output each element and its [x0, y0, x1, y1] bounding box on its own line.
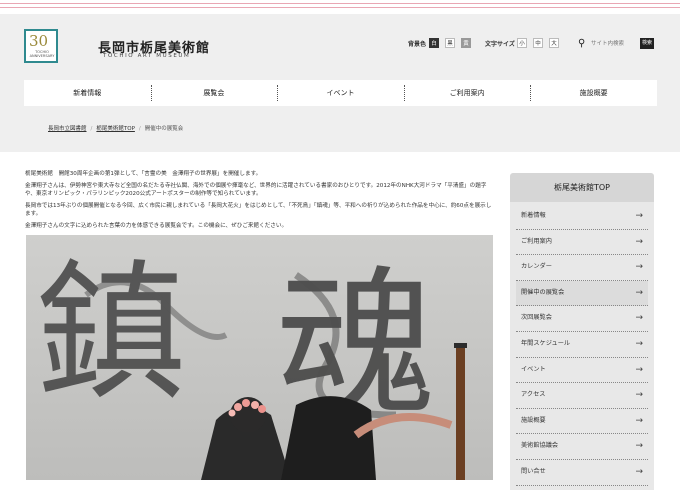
arrow-right-icon: →	[635, 390, 643, 401]
sidebar-title[interactable]: 栃尾美術館TOP	[510, 173, 654, 202]
nav-events[interactable]: イベント	[277, 80, 404, 106]
search-button[interactable]: 検索	[640, 38, 654, 49]
sidebar-menu: 栃尾美術館TOP 新着情報 → ご利用案内 → カレンダー → 開催中の展覧会 → 次回…	[510, 173, 654, 490]
nav-guide[interactable]: ご利用案内	[403, 80, 531, 106]
sidebar-item-label: イベント	[521, 365, 546, 373]
nav-facility[interactable]: 施設概要	[530, 80, 657, 106]
font-size-label: 文字サイズ	[485, 41, 515, 48]
sidebar-item-label: 開催中の展覧会	[521, 288, 565, 296]
sidebar-item-calendar[interactable]: カレンダー →	[516, 255, 648, 281]
sidebar-list: 新着情報 → ご利用案内 → カレンダー → 開催中の展覧会 → 次回展覧会 → 年間スケ…	[510, 202, 654, 490]
bg-color-label: 背景色	[408, 41, 427, 48]
artist-paragraph: 金澤翔子さんは、伊勢神宮や東大寺など全国の名だたる寺社仏閣、海外での個展や揮毫な…	[25, 182, 487, 198]
breadcrumb: 長岡市立図書館 / 栃尾美術館TOP / 開催中の展覧会	[48, 126, 184, 132]
sidebar-item-news[interactable]: 新着情報 →	[516, 204, 648, 230]
arrow-right-icon: →	[635, 466, 643, 477]
search-icon: ⚲	[578, 38, 586, 49]
font-medium-button[interactable]: 中	[533, 38, 543, 48]
nav-exhibitions[interactable]: 展覧会	[150, 80, 278, 106]
sidebar-item-events[interactable]: イベント →	[516, 358, 648, 384]
anniversary-logo[interactable]: 30 TOCHIO ANNIVERSARY	[24, 29, 58, 63]
sidebar-item-next-exhibition[interactable]: 次回展覧会 →	[516, 306, 648, 332]
exhibition-paragraph: 長岡市では13年ぶりの個展開催となる今回、広く市民に親しまれている「長岡大花火」…	[25, 202, 492, 218]
breadcrumb-current: 開催中の展覧会	[144, 126, 184, 132]
sidebar-item-council[interactable]: 美術館協議会 →	[516, 434, 648, 460]
intro-paragraph: 栃尾美術館 開館30周年企画の第1弾として、「言霊の美 金澤翔子の世界展」を開催…	[25, 171, 262, 177]
poster-art: 鎮 魂	[26, 235, 493, 480]
arrow-right-icon: →	[635, 338, 643, 349]
sidebar-item-label: 新着情報	[521, 212, 546, 219]
font-large-button[interactable]: 大	[549, 38, 559, 48]
sidebar-item-label: 施設概要	[521, 416, 546, 424]
font-small-button[interactable]: 小	[517, 38, 527, 48]
site-subtitle: TOCHIO ART MUSEUM	[103, 53, 191, 59]
site-search: ⚲ 検索	[578, 38, 656, 50]
arrow-right-icon: →	[635, 364, 643, 375]
sidebar-item-label: 美術館協議会	[521, 442, 559, 450]
invite-paragraph: 金澤翔子さんの文字に込められた言葉の力を体感できる展覧会です。この機会に、ぜひご…	[25, 222, 288, 229]
arrow-right-icon: →	[635, 262, 643, 273]
arrow-right-icon: →	[635, 441, 643, 452]
sidebar-item-label: アクセス	[521, 391, 546, 399]
sidebar-item-current-exhibition[interactable]: 開催中の展覧会 →	[516, 280, 648, 307]
search-input[interactable]	[591, 38, 635, 50]
sidebar-item-label: ご利用案内	[521, 237, 552, 245]
sidebar-item-access[interactable]: アクセス →	[516, 383, 648, 409]
calligraphy-char-1: 鎮	[36, 247, 186, 421]
arrow-right-icon: →	[635, 211, 643, 221]
sidebar-item-label: 問い合せ	[521, 467, 546, 475]
bg-white-button[interactable]: 白	[429, 38, 439, 48]
breadcrumb-museum-top[interactable]: 栃尾美術館TOP	[96, 126, 135, 132]
breadcrumb-library[interactable]: 長岡市立図書館	[48, 126, 87, 132]
sidebar-item-annual-schedule[interactable]: 年間スケジュール →	[516, 332, 648, 358]
arrow-right-icon: →	[635, 236, 643, 247]
global-nav: 新着情報 展覧会 イベント ご利用案内 施設概要	[24, 80, 657, 106]
arrow-right-icon: →	[635, 313, 643, 324]
logo-subtext: TOCHIO ANNIVERSARY	[29, 50, 55, 58]
sidebar-item-label: カレンダー	[521, 263, 552, 271]
main-content: 栃尾美術館 開館30周年企画の第1弾として、「言霊の美 金澤翔子の世界展」を開催…	[25, 170, 495, 233]
top-decorative-rule	[0, 0, 680, 14]
sidebar-item-guide[interactable]: ご利用案内 →	[516, 230, 648, 256]
sidebar-item-label: 次回展覧会	[521, 314, 552, 322]
sidebar-item-facility[interactable]: 施設概要 →	[516, 409, 648, 435]
sidebar-item-label: 年間スケジュール	[521, 339, 571, 347]
exhibition-poster: 鎮 魂	[26, 235, 493, 480]
bg-yellow-button[interactable]: 黄	[461, 38, 471, 48]
sidebar-item-contact[interactable]: 問い合せ →	[516, 460, 648, 486]
bg-black-button[interactable]: 黒	[445, 38, 455, 48]
arrow-right-icon: →	[635, 415, 643, 426]
logo-number: 30	[29, 32, 49, 50]
nav-news[interactable]: 新着情報	[24, 80, 151, 106]
arrow-right-icon: →	[635, 287, 643, 298]
